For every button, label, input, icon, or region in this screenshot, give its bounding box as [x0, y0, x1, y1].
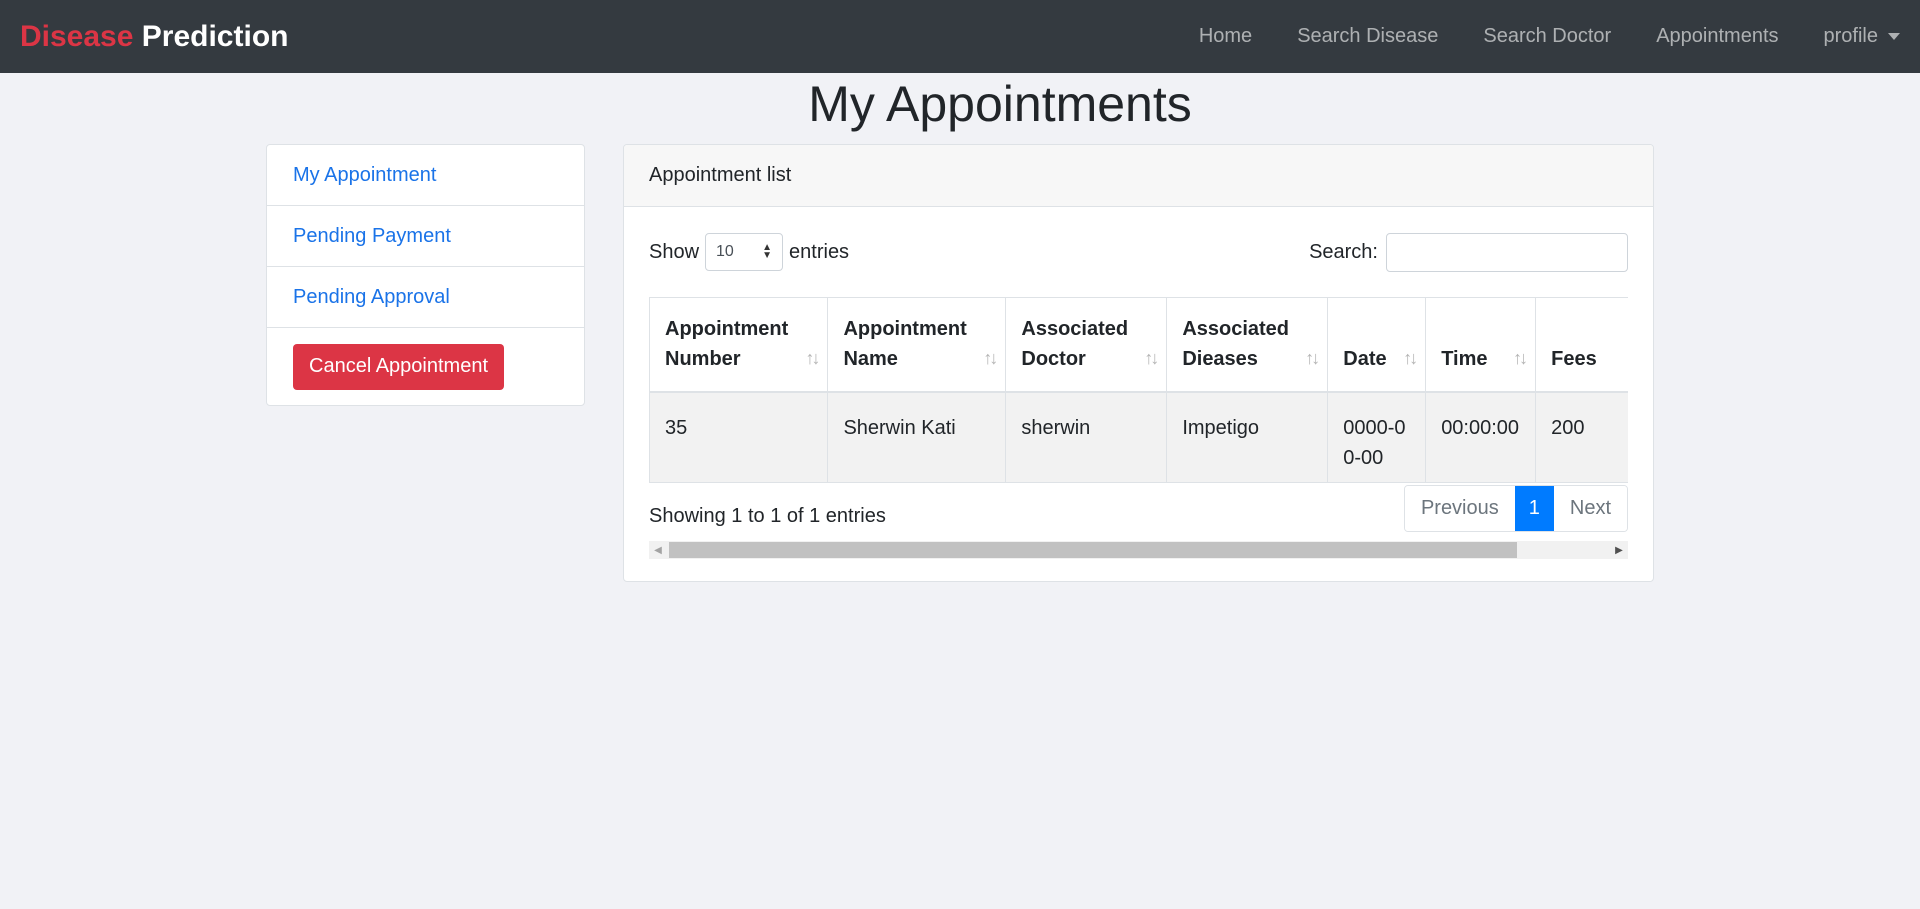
nav-link-appointments[interactable]: Appointments — [1656, 25, 1778, 48]
nav-link-home[interactable]: Home — [1199, 25, 1252, 48]
column-header-line1: Appointment — [843, 318, 967, 341]
brand-logo[interactable]: Disease Prediction — [20, 20, 288, 54]
column-header-date[interactable]: Date ↑↓ — [1327, 297, 1427, 393]
show-label: Show — [649, 240, 700, 263]
scroll-thumb[interactable] — [669, 542, 1517, 558]
column-header-line2: Time — [1441, 348, 1488, 371]
column-header-line1: Associated — [1182, 318, 1290, 341]
cell-appointment-number: 35 — [650, 391, 829, 483]
nav-links: Home Search Disease Search Doctor Appoin… — [1154, 25, 1900, 48]
scroll-right-icon[interactable]: ▶ — [1610, 541, 1628, 559]
column-header-fees[interactable]: Fees — [1535, 297, 1628, 393]
column-header-associated-doctor[interactable]: Associated Doctor ↑↓ — [1005, 297, 1168, 393]
sort-icon: ↑↓ — [1513, 347, 1528, 368]
pagination: Previous 1 Next — [1403, 484, 1628, 532]
column-header-line1: Associated — [1021, 318, 1129, 341]
column-header-line2: Name — [843, 348, 898, 371]
column-header-associated-dieases[interactable]: Associated Dieases ↑↓ — [1166, 297, 1329, 393]
pagination-page-current[interactable]: 1 — [1514, 485, 1554, 531]
table-header-row: Appointment Number ↑↓ Appointment Name ↑… — [650, 297, 1628, 393]
column-header-line2: Date — [1343, 348, 1387, 371]
pagination-next[interactable]: Next — [1553, 485, 1627, 531]
table-controls: Show 10 ▲ ▼ entries Search: — [649, 207, 1628, 297]
brand-part-disease: Disease — [20, 19, 134, 53]
pagination-previous[interactable]: Previous — [1404, 485, 1515, 531]
page-title-text: My Appointments — [808, 76, 1192, 132]
search-label: Search: — [1309, 240, 1378, 263]
cell-associated-disease: Impetigo — [1166, 391, 1329, 483]
card-body: Show 10 ▲▼ entries Search: Appointment — [624, 207, 1653, 559]
column-header-line2: Number — [665, 348, 741, 371]
appointment-list-card: Appointment list Show 10 ▲ ▼ entries Sear… — [623, 144, 1654, 582]
table-scroll-container: Appointment Number ↑↓ Appointment Name ↑… — [649, 297, 1628, 483]
table-search: Search: — [1309, 232, 1628, 272]
sort-icon: ↑↓ — [805, 347, 820, 368]
horizontal-scrollbar[interactable]: ◀ ▶ — [649, 541, 1628, 559]
table-row[interactable]: 35 Sherwin Kati sherwin Impetigo 0000-00… — [650, 391, 1628, 483]
cell-appointment-name: Sherwin Kati — [827, 391, 1007, 483]
scroll-left-icon[interactable]: ◀ — [649, 541, 667, 559]
nav-link-search-disease[interactable]: Search Disease — [1297, 25, 1438, 48]
select-arrows-icon: ▲ ▼ — [762, 242, 773, 261]
sort-icon: ↑↓ — [1305, 347, 1320, 368]
nav-link-search-doctor[interactable]: Search Doctor — [1483, 25, 1611, 48]
sidebar-item-pending-approval[interactable]: Pending Approval — [267, 267, 584, 328]
column-header-line1: Appointment — [665, 318, 789, 341]
entries-label: entries — [789, 240, 850, 263]
column-header-line2: Dieases — [1182, 348, 1258, 371]
column-header-appointment-number[interactable]: Appointment Number ↑↓ — [650, 297, 829, 393]
cell-date: 0000-00-00 — [1327, 391, 1427, 483]
entries-length: Show 10 ▲ ▼ entries — [649, 233, 849, 271]
sidebar: My Appointment Pending Payment Pending A… — [266, 144, 585, 406]
profile-dropdown-label: profile — [1823, 25, 1878, 47]
cell-fees: 200 — [1535, 391, 1628, 483]
caret-down-icon — [1888, 33, 1900, 40]
cancel-appointment-button[interactable]: Cancel Appointment — [293, 343, 505, 390]
sort-icon: ↑↓ — [1144, 347, 1159, 368]
sort-icon: ↑↓ — [983, 347, 998, 368]
entries-select-value: 10 — [716, 243, 734, 260]
column-header-line2: Fees — [1551, 348, 1597, 371]
sidebar-item-my-appointment[interactable]: My Appointment — [267, 145, 584, 206]
card-header: Appointment list — [624, 145, 1653, 207]
table-footer: Showing 1 to 1 of 1 entries Previous 1 N… — [649, 483, 1628, 539]
column-header-appointment-name[interactable]: Appointment Name ↑↓ — [827, 297, 1007, 393]
brand-part-prediction: Prediction — [141, 19, 289, 53]
appointments-table: Appointment Number ↑↓ Appointment Name ↑… — [650, 297, 1628, 483]
column-header-line2: Doctor — [1021, 348, 1086, 371]
table-info: Showing 1 to 1 of 1 entries — [649, 504, 886, 527]
sort-icon: ↑↓ — [1403, 347, 1418, 368]
navbar: Disease Prediction Home Search Disease S… — [0, 0, 1920, 73]
search-input[interactable] — [1386, 232, 1628, 272]
entries-select[interactable]: 10 ▲ ▼ — [705, 233, 784, 271]
page-title: My Appointments — [0, 74, 1920, 134]
sidebar-actions: Cancel Appointment — [267, 328, 584, 405]
column-header-time[interactable]: Time ↑↓ — [1425, 297, 1537, 393]
profile-dropdown[interactable]: profile — [1824, 25, 1900, 48]
cell-time: 00:00:00 — [1425, 391, 1537, 483]
cell-associated-doctor: sherwin — [1005, 391, 1168, 483]
sidebar-item-pending-payment[interactable]: Pending Payment — [267, 206, 584, 267]
